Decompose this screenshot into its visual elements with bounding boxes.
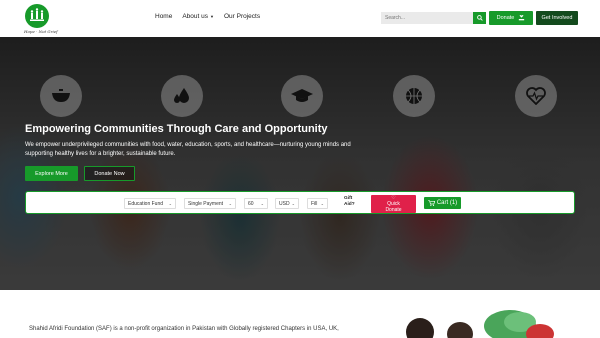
nav-our-projects[interactable]: Our Projects <box>224 13 260 20</box>
frequency-select-value: Single Payment <box>188 200 224 207</box>
quick-donate-label: Quick Donate <box>385 201 402 213</box>
currency-select[interactable]: USD ⌄ <box>275 198 299 209</box>
currency-select-value: USD <box>279 200 290 207</box>
hero-section: Empowering Communities Through Care and … <box>0 37 600 290</box>
graduation-cap-icon <box>281 75 323 117</box>
chevron-down-icon: ▼ <box>210 14 214 19</box>
food-bowl-icon <box>40 75 82 117</box>
logo-mark-icon <box>29 8 45 24</box>
quick-donation-bar: Education Fund ⌄ Single Payment ⌄ 60 ⌄ USD ⌄… <box>25 191 575 214</box>
get-involved-button[interactable]: Get Involved <box>536 11 578 25</box>
amount-select-value: 60 <box>248 200 254 207</box>
donate-button[interactable]: Donate <box>489 11 533 25</box>
amount-select[interactable]: 60 ⌄ <box>244 198 268 209</box>
chevron-down-icon: ⌄ <box>168 201 172 206</box>
fund-select[interactable]: Education Fund ⌄ <box>124 198 176 209</box>
search-input[interactable] <box>381 12 473 24</box>
quick-donate-button[interactable]: ♡ Quick Donate <box>371 195 416 213</box>
cart-icon <box>427 200 435 206</box>
main-nav: Home About us ▼ Our Projects <box>155 13 260 20</box>
nav-about-us[interactable]: About us ▼ <box>182 13 214 20</box>
frequency-select[interactable]: Single Payment ⌄ <box>184 198 236 209</box>
donate-now-button[interactable]: Donate Now <box>84 166 135 181</box>
chevron-down-icon: ⌄ <box>260 201 264 206</box>
site-header: Hope · Not Grief Home About us ▼ Our Proj… <box>0 0 600 37</box>
search-icon <box>476 15 483 21</box>
hero-title: Empowering Communities Through Care and … <box>25 123 328 135</box>
chevron-down-icon: ⌄ <box>228 201 232 206</box>
cart-label: Cart (1) <box>436 200 458 206</box>
fund-select-value: Education Fund <box>128 200 164 207</box>
hand-heart-icon <box>519 15 525 21</box>
chevron-down-icon: ⌄ <box>320 201 324 206</box>
donate-button-label: Donate <box>496 15 515 21</box>
gift-aid-label: Gift Aid? <box>344 196 355 207</box>
explore-more-button[interactable]: Explore More <box>25 166 78 181</box>
gift-aid-select-value: Fill <box>311 200 318 207</box>
about-intro-text: Shahid Afridi Foundation (SAF) is a non-… <box>29 326 339 332</box>
cart-button[interactable]: Cart (1) <box>424 197 461 209</box>
gift-aid-select[interactable]: Fill ⌄ <box>307 198 328 209</box>
chevron-down-icon: ⌄ <box>291 201 295 206</box>
water-drops-icon <box>161 75 203 117</box>
nav-home[interactable]: Home <box>155 13 172 20</box>
search-button[interactable] <box>473 12 486 24</box>
basketball-icon <box>393 75 435 117</box>
foundation-logo[interactable] <box>25 4 49 28</box>
heart-health-icon <box>515 75 557 117</box>
children-photo <box>400 304 560 338</box>
logo-tagline: Hope · Not Grief <box>24 29 58 34</box>
hero-description: We empower underprivileged communities w… <box>25 142 351 157</box>
nav-about-us-label: About us <box>182 13 209 20</box>
